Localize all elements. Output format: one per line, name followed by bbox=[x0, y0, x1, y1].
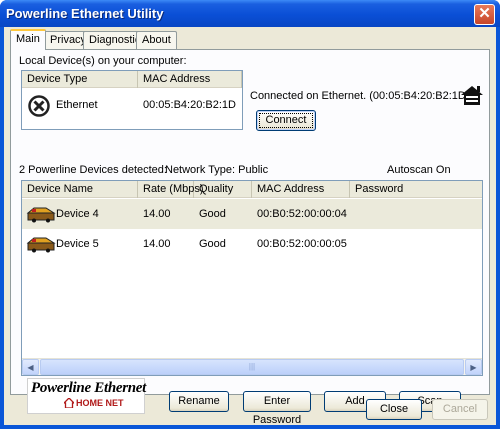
col-device-type[interactable]: Device Type bbox=[22, 71, 138, 88]
col-password[interactable]: Password bbox=[350, 181, 482, 198]
device-name: Device 5 bbox=[56, 238, 99, 250]
powerline-device-list[interactable]: Device Name Rate (Mbps) Quality MAC Addr… bbox=[21, 180, 483, 376]
window-title: Powerline Ethernet Utility bbox=[6, 6, 164, 21]
powerline-ethernet-logo: Powerline Ethernet HOME NET bbox=[27, 378, 147, 414]
local-device-type: Ethernet bbox=[56, 99, 98, 111]
scrollbar-thumb[interactable]: ||| bbox=[40, 359, 464, 375]
device-mac: 00:B0:52:00:00:04 bbox=[257, 208, 347, 220]
enter-password-button[interactable]: Enter Password bbox=[243, 391, 311, 426]
app-window: Powerline Ethernet Utility ✕ Main Privac… bbox=[0, 0, 500, 429]
col-device-name[interactable]: Device Name bbox=[22, 181, 138, 198]
close-window-button[interactable]: ✕ bbox=[474, 4, 495, 25]
autoscan-status: Autoscan On bbox=[387, 164, 451, 176]
device-row-5[interactable]: Device 5 14.00 Good 00:B0:52:00:00:05 bbox=[22, 229, 482, 259]
col-device-mac[interactable]: MAC Address bbox=[252, 181, 350, 198]
cancel-button[interactable]: Cancel bbox=[432, 399, 488, 420]
rename-button[interactable]: Rename bbox=[169, 391, 229, 412]
network-type-label: Network Type: Public bbox=[165, 164, 269, 176]
powerline-device-icon bbox=[26, 205, 56, 223]
device-list-header: Device Name Rate (Mbps) Quality MAC Addr… bbox=[22, 181, 482, 198]
tab-about[interactable]: About bbox=[136, 31, 177, 49]
local-device-row[interactable]: Ethernet 00:05:B4:20:B2:1D bbox=[22, 91, 242, 121]
device-mac: 00:B0:52:00:00:05 bbox=[257, 238, 347, 250]
local-device-mac: 00:05:B4:20:B2:1D bbox=[143, 99, 236, 111]
title-bar[interactable]: Powerline Ethernet Utility ✕ bbox=[0, 0, 500, 27]
main-tab-panel: Local Device(s) on your computer: Device… bbox=[10, 49, 490, 426]
device-quality: Good bbox=[199, 238, 226, 250]
scroll-left-arrow-icon[interactable]: ◀ bbox=[22, 359, 39, 375]
device-row-4[interactable]: Device 4 14.00 Good 00:B0:52:00:00:04 bbox=[22, 199, 482, 229]
devices-detected-label: 2 Powerline Devices detected: bbox=[19, 164, 167, 176]
home-network-icon bbox=[460, 84, 484, 106]
local-devices-label: Local Device(s) on your computer: bbox=[19, 55, 187, 67]
device-name: Device 4 bbox=[56, 208, 99, 220]
horizontal-scrollbar[interactable]: ◀ ||| ▶ bbox=[22, 358, 482, 375]
network-adapter-icon bbox=[28, 95, 50, 117]
scroll-right-arrow-icon[interactable]: ▶ bbox=[465, 359, 482, 375]
col-quality[interactable]: Quality bbox=[194, 181, 252, 198]
powerline-device-icon bbox=[26, 235, 56, 253]
tab-main[interactable]: Main bbox=[10, 29, 46, 50]
device-rate: 14.00 bbox=[143, 208, 171, 220]
connect-button[interactable]: Connect bbox=[256, 110, 316, 131]
logo-text: Powerline Ethernet bbox=[31, 380, 147, 396]
logo-subtext: HOME NET bbox=[76, 398, 124, 408]
client-area: Main Privacy Diagnostics About Local Dev… bbox=[4, 27, 496, 426]
house-logo-icon bbox=[62, 397, 76, 409]
col-rate[interactable]: Rate (Mbps) bbox=[138, 181, 204, 198]
close-button[interactable]: Close bbox=[366, 399, 422, 420]
col-mac-address[interactable]: MAC Address bbox=[138, 71, 242, 88]
device-rate: 14.00 bbox=[143, 238, 171, 250]
device-quality: Good bbox=[199, 208, 226, 220]
local-device-list[interactable]: Device Type MAC Address Ethernet 00:05:B… bbox=[21, 70, 243, 130]
connection-status: Connected on Ethernet. (00:05:B4:20:B2:1… bbox=[250, 90, 470, 102]
local-list-header: Device Type MAC Address bbox=[22, 71, 242, 88]
